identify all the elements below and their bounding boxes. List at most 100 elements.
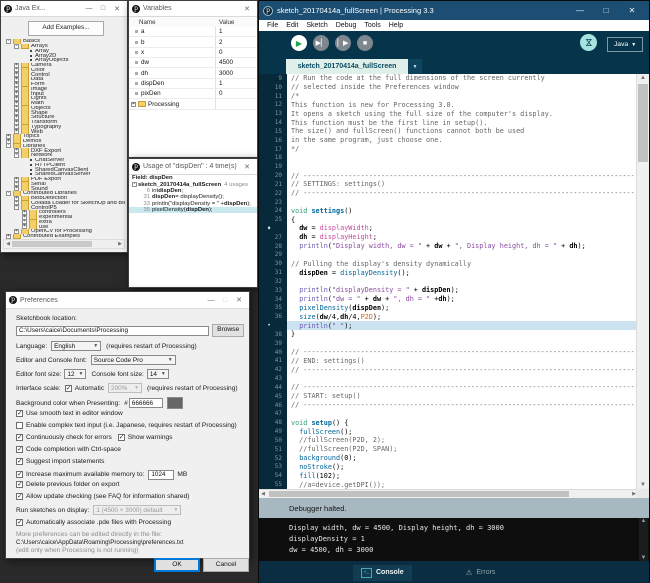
code-line[interactable]: 38} (259, 330, 638, 339)
table-row[interactable]: + Processing (129, 99, 257, 110)
code-line[interactable]: 41 // END: settings() (259, 356, 638, 366)
code-line[interactable]: 46 // -----------------------------------… (259, 400, 638, 410)
code-line[interactable]: 24 void settings() (259, 206, 638, 216)
cancel-button[interactable]: Cancel (203, 558, 249, 572)
table-row[interactable]: x0 (129, 47, 257, 59)
usage-group-row[interactable]: - sketch_20170414a_fullScreen 4 usages (129, 181, 257, 188)
bg-color-swatch[interactable] (166, 397, 183, 409)
collapse-icon[interactable]: - (14, 205, 19, 210)
code-line[interactable]: 39 (259, 338, 638, 348)
checkbox[interactable]: ✓ (117, 433, 125, 441)
checkbox[interactable]: ✓ (16, 457, 23, 465)
table-row[interactable]: b2 (129, 37, 257, 48)
checkbox[interactable]: ✓ (16, 471, 23, 478)
tree-item[interactable]: + Contributed Examples (3, 233, 125, 239)
code-line[interactable]: 18 (259, 153, 638, 163)
table-row[interactable]: dw 4500 (129, 58, 257, 69)
language-select[interactable]: English ▼ (51, 341, 102, 351)
code-line[interactable]: 28 println("Display width, dw = " + dw +… (259, 241, 638, 251)
editor-size-select[interactable]: 12 ▼ (64, 369, 87, 379)
assoc-checkbox[interactable]: ✓ (16, 519, 23, 526)
code-line[interactable]: 17 */ (259, 144, 638, 154)
console-scrollbar[interactable]: ▲ ▼ (639, 518, 648, 561)
bg-color-input[interactable]: 666666 (128, 398, 163, 408)
usage-row[interactable]: 33 println("displayDensity = " + dispDen)… (129, 201, 257, 207)
code-line[interactable]: 14 This function must be the first line i… (259, 118, 638, 127)
code-line[interactable]: 35 pixelDensity(dispDen); (259, 303, 638, 313)
close-icon[interactable]: ✕ (240, 5, 254, 13)
close-icon[interactable]: ✕ (232, 296, 246, 304)
menu-help[interactable]: Help (385, 22, 407, 29)
code-line[interactable]: 45 // START: setup() (259, 391, 638, 401)
editor-horizontal-scrollbar[interactable]: ◀ ▶ (259, 489, 638, 498)
code-line[interactable]: ♦ dw = displayWidth; (259, 224, 638, 233)
preference-check-row[interactable]: Enable complex text input (i.e. Japanese… (16, 421, 237, 429)
console-size-select[interactable]: 14 ▼ (146, 369, 169, 379)
add-examples-button[interactable]: Add Examples... (28, 21, 104, 36)
menu-debug[interactable]: Debug (332, 22, 361, 29)
code-line[interactable]: 15 The size() and fullScreen() functions … (259, 126, 638, 136)
stop-button[interactable]: ■ (357, 35, 373, 51)
code-line[interactable]: 23 (259, 197, 638, 207)
code-line[interactable]: 19 (259, 162, 638, 172)
code-line[interactable]: 25 { (259, 215, 638, 225)
minimize-icon[interactable]: — (82, 5, 96, 12)
expand-icon[interactable]: + (131, 101, 136, 107)
code-line[interactable]: 16 in the same program, just choose one. (259, 135, 638, 145)
preference-check-row[interactable]: ✓ Allow update checking (see FAQ for info… (16, 493, 189, 501)
code-line[interactable]: 34 println("dw = " + dw + ", dh = " +dh)… (259, 294, 638, 304)
code-line[interactable]: 52 background(0); (259, 453, 638, 463)
code-line[interactable]: 9 // Run the code at the full dimensions … (259, 74, 638, 83)
checkbox[interactable]: ✓ (16, 445, 23, 453)
collapse-icon[interactable]: - (6, 191, 11, 196)
collapse-icon[interactable]: - (14, 153, 19, 158)
run-button[interactable]: ▶ (291, 35, 307, 51)
step-button[interactable]: ▶▏ (313, 35, 329, 51)
code-line[interactable]: 50 //fullScreen(P2D, 2); (259, 435, 638, 445)
code-line[interactable]: 43 (259, 374, 638, 383)
code-line[interactable]: 53 noStroke(); (259, 462, 638, 472)
menu-edit[interactable]: Edit (282, 22, 302, 29)
browse-button[interactable]: Browse (212, 324, 244, 337)
code-line[interactable]: 29 (259, 250, 638, 260)
code-line[interactable]: 47 (259, 409, 638, 419)
scroll-down-icon[interactable]: ▼ (637, 482, 649, 488)
close-icon[interactable]: ✕ (240, 163, 254, 171)
code-line[interactable]: 54 fill(102); (259, 471, 638, 481)
mode-button[interactable]: Java ▼ (607, 37, 643, 52)
code-line[interactable]: 44 // -----------------------------------… (259, 382, 638, 392)
close-icon[interactable]: ✕ (110, 5, 124, 13)
code-line[interactable]: 21 // SETTINGS: settings() (259, 179, 638, 189)
main-titlebar[interactable]: p sketch_20170414a_fullScreen | Processi… (259, 1, 649, 20)
code-line[interactable]: 30 // Pulling the display's density dynam… (259, 259, 638, 269)
tab-menu-button[interactable]: ▼ (408, 59, 422, 74)
ok-button[interactable]: OK (154, 558, 200, 572)
font-select[interactable]: Source Code Pro ▼ (90, 355, 176, 365)
menu-tools[interactable]: Tools (360, 22, 384, 29)
code-line[interactable]: 32 (259, 277, 638, 286)
collapse-icon[interactable]: - (14, 43, 19, 49)
scrollbar-thumb[interactable] (269, 491, 569, 497)
maximize-icon[interactable]: □ (96, 5, 110, 12)
variables-titlebar[interactable]: p Variables ✕ (129, 1, 257, 17)
memory-input[interactable]: 1024 (148, 469, 175, 480)
code-line[interactable]: 33 println("displayDensity = " + dispDen… (259, 285, 638, 295)
checkbox[interactable]: ✓ (16, 410, 23, 417)
collapse-icon[interactable]: - (6, 39, 11, 44)
preference-check-row[interactable]: ✓ Increase maximum available memory to: 10… (16, 469, 187, 480)
minimize-icon[interactable]: — (567, 6, 593, 15)
code-line[interactable]: 36 size(dw/4,dh/4,P2D); (259, 312, 638, 322)
table-row[interactable]: dispDen 1 (129, 78, 257, 90)
code-line[interactable]: 22 // -----------------------------------… (259, 188, 638, 198)
code-line[interactable]: 20 // -----------------------------------… (259, 171, 638, 180)
tab-errors[interactable]: ⚠ Errors (458, 565, 504, 581)
examples-titlebar[interactable]: p Java Ex... — □ ✕ (1, 1, 127, 17)
checkbox[interactable] (16, 421, 23, 429)
debug-toggle-button[interactable]: ⋈ (580, 34, 597, 51)
table-row[interactable]: pixDen 0 (129, 89, 257, 100)
close-icon[interactable]: ✕ (619, 6, 645, 15)
code-line[interactable]: 27 dh = displayHeight; (259, 232, 638, 242)
code-line[interactable]: 31 dispDen = displayDensity(); (259, 268, 638, 278)
maximize-icon[interactable]: □ (593, 6, 619, 15)
code-line[interactable]: 55 //a=device.getDPI()); (259, 480, 638, 489)
